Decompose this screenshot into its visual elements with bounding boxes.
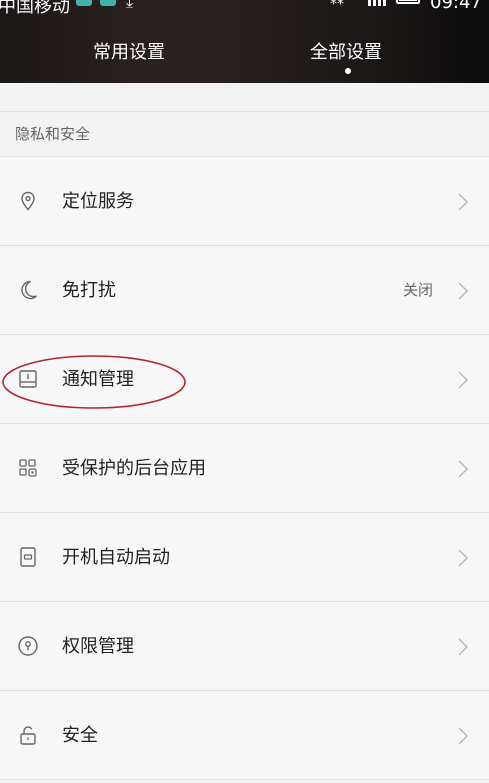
download-icon: ⤓: [126, 0, 134, 11]
chevron-right-icon: [457, 726, 469, 746]
settings-item-location[interactable]: 定位服务: [0, 157, 489, 246]
settings-item-label: 定位服务: [62, 191, 134, 212]
settings-item-notification-management[interactable]: 通知管理: [0, 335, 489, 424]
tab-common-settings[interactable]: 常用设置: [93, 38, 165, 64]
tab-all-settings[interactable]: 全部设置: [310, 38, 382, 64]
location-pin-icon: [17, 190, 39, 212]
settings-item-label: 受保护的后台应用: [62, 458, 206, 479]
chevron-right-icon: [457, 637, 469, 657]
carrier-name: 中国移动: [0, 0, 70, 17]
settings-item-value: 关闭: [402, 281, 433, 299]
status-bar: 中国移动 ⤓ ⁂ 09:47: [0, 0, 489, 17]
chevron-right-icon: [457, 281, 469, 301]
notification-icon: [100, 0, 116, 6]
settings-item-security[interactable]: 安全: [0, 691, 489, 780]
settings-item-do-not-disturb[interactable]: 免打扰 关闭: [0, 246, 489, 335]
settings-item-label: 安全: [62, 725, 98, 746]
protected-apps-icon: [17, 457, 39, 479]
settings-list: 定位服务 免打扰 关闭 通知管理 受保护的后台应用 开机自动启动 权限管理 安全: [0, 157, 489, 780]
settings-item-permission-management[interactable]: 权限管理: [0, 602, 489, 691]
top-header: 中国移动 ⤓ ⁂ 09:47 常用设置 全部设置: [0, 0, 489, 83]
autostart-icon: [17, 546, 39, 568]
section-header: 隐私和安全: [0, 112, 489, 157]
settings-item-label: 权限管理: [62, 636, 134, 657]
chevron-right-icon: [457, 192, 469, 212]
permission-lock-icon: [17, 635, 39, 657]
signal-icon: [368, 0, 388, 6]
settings-item-label: 开机自动启动: [62, 547, 170, 568]
settings-item-autostart[interactable]: 开机自动启动: [0, 513, 489, 602]
settings-item-label: 通知管理: [62, 369, 134, 390]
section-title: 隐私和安全: [15, 125, 91, 143]
moon-icon: [17, 279, 39, 301]
status-time: 09:47: [430, 0, 482, 13]
chevron-right-icon: [457, 459, 469, 479]
wifi-icon: ⁂: [330, 0, 344, 8]
chevron-right-icon: [457, 548, 469, 568]
section-spacer: [0, 83, 489, 112]
notification-icon: [76, 0, 92, 6]
chevron-right-icon: [457, 370, 469, 390]
selected-tab-indicator: [345, 68, 351, 74]
settings-item-label: 免打扰: [62, 280, 116, 301]
padlock-icon: [17, 724, 39, 746]
battery-icon: [396, 0, 420, 4]
notification-manage-icon: [17, 368, 39, 390]
settings-item-protected-apps[interactable]: 受保护的后台应用: [0, 424, 489, 513]
